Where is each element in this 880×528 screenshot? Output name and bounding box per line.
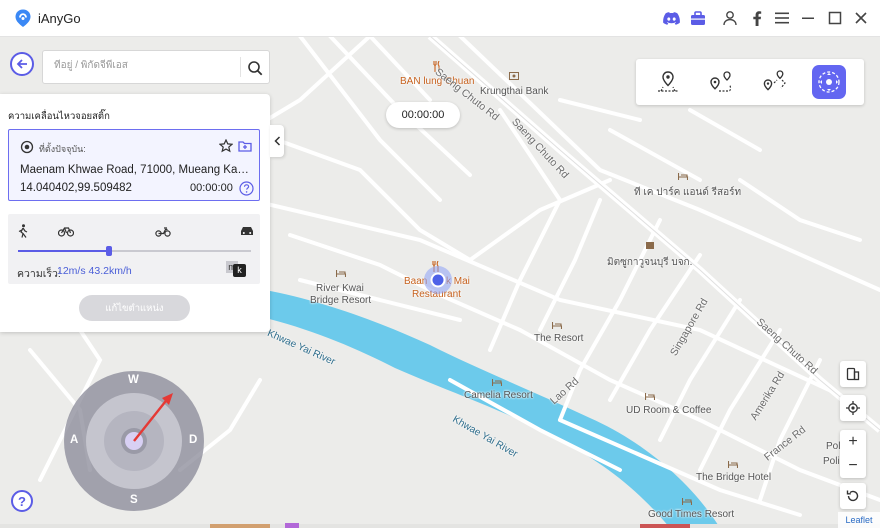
speed-settings: ความเร็ว: 12m/s 43.2km/h m k (8, 214, 260, 284)
facebook-icon[interactable] (748, 9, 766, 27)
place-label: River Kwai (316, 283, 364, 294)
menu-icon[interactable] (773, 9, 791, 27)
hotel-icon (552, 322, 562, 329)
search-divider (240, 57, 241, 77)
discord-icon[interactable] (662, 9, 680, 27)
bank-icon (509, 72, 519, 80)
place-label: Poli (823, 456, 840, 467)
place-label: ที เค ปาร์ค แอนด์ รีสอร์ท (634, 187, 742, 198)
car-icon[interactable] (240, 225, 254, 237)
duration-text: 00:00:00 (190, 182, 233, 194)
place-label: Krungthai Bank (480, 86, 549, 97)
joystick-ring (64, 371, 204, 511)
place-label: Bridge Resort (310, 295, 372, 306)
multi-spot-icon (763, 70, 786, 91)
zoom-in-button[interactable]: + (840, 430, 866, 454)
direction-south[interactable]: S (130, 494, 138, 506)
reset-rotation-button[interactable] (840, 483, 866, 509)
company-icon (646, 242, 654, 249)
zoom-control: + − (840, 430, 866, 478)
speed-slider[interactable] (18, 246, 251, 256)
arrow-left-icon (16, 59, 27, 69)
map-attribution[interactable]: Leaflet (838, 512, 880, 528)
hotel-icon (645, 393, 655, 400)
rotate-icon (846, 490, 859, 502)
user-icon[interactable] (721, 9, 739, 27)
collapse-panel-button[interactable] (270, 125, 284, 157)
panel-title: ความเคลื่อนไหวจอยสติ๊ก (8, 111, 110, 122)
target-icon (20, 140, 34, 154)
back-button[interactable] (10, 52, 34, 76)
hotel-icon (728, 461, 738, 468)
search-box (42, 50, 270, 84)
joystick-mode-button[interactable] (812, 65, 846, 99)
mode-toolbar (636, 59, 864, 105)
place-label: Camelia Resort (464, 390, 533, 401)
place-label: Pol (826, 441, 841, 452)
current-location-label: ที่ตั้งปัจจุบัน: (39, 144, 86, 154)
place-label: The Bridge Hotel (696, 472, 772, 483)
search-icon[interactable] (246, 59, 264, 77)
toolbox-icon[interactable] (689, 9, 707, 27)
star-icon[interactable] (219, 139, 233, 153)
app-title: iAnyGo (38, 11, 81, 26)
hotel-icon (336, 270, 346, 277)
save-folder-icon[interactable] (238, 139, 252, 153)
speed-value: 12m/s 43.2km/h (57, 265, 132, 277)
unit-toggle[interactable]: m k (226, 261, 248, 277)
place-label: Good Times Resort (648, 509, 735, 520)
motorbike-icon[interactable] (155, 225, 171, 237)
help-circle-icon[interactable] (239, 181, 254, 196)
place-label: UD Room & Coffee (626, 405, 712, 416)
direction-east[interactable]: D (189, 434, 197, 446)
current-location-marker (424, 266, 452, 294)
walk-icon[interactable] (17, 224, 29, 238)
current-coordinates: 14.040402,99.509482 (20, 182, 132, 194)
layer-switch-button[interactable] (840, 361, 866, 387)
two-spot-mode-button[interactable] (706, 67, 736, 97)
hotel-icon (682, 498, 692, 505)
current-location-box: ที่ตั้งปัจจุบัน: Maenam Khwae Road, 7100… (8, 129, 260, 201)
modify-location-button[interactable]: แก้ไขตำแหน่ง (79, 295, 190, 321)
joystick-icon (818, 71, 840, 93)
place-label: The Resort (534, 333, 584, 344)
speed-label: ความเร็ว: (17, 268, 61, 280)
title-bar: iAnyGo (0, 0, 880, 37)
help-button[interactable]: ? (11, 490, 33, 512)
close-button[interactable] (852, 9, 870, 27)
joystick-control[interactable]: W A D S (63, 370, 205, 512)
timer-display: 00:00:00 (386, 102, 460, 128)
hotel-icon (678, 173, 688, 180)
teleport-pin-icon (658, 71, 678, 92)
phone-map-icon (846, 367, 860, 381)
chevron-left-icon (273, 136, 280, 146)
joystick-panel: ความเคลื่อนไหวจอยสติ๊ก ที่ตั้งปัจจุบัน: … (0, 94, 270, 332)
app-logo-icon (15, 9, 31, 27)
direction-north[interactable]: W (128, 374, 139, 386)
place-label: มิตซูกาวูจนบุรี บจก. (607, 257, 693, 268)
maximize-button[interactable] (826, 9, 844, 27)
locate-me-button[interactable] (840, 395, 866, 421)
app-window: iAnyGo BAN lung Chuan Krungthai Bank ที … (0, 0, 880, 528)
zoom-out-button[interactable]: − (840, 454, 866, 478)
multi-spot-mode-button[interactable] (759, 67, 789, 97)
direction-west[interactable]: A (70, 434, 78, 446)
crosshair-icon (846, 401, 860, 415)
current-address: Maenam Khwae Road, 71000, Mueang Kanchan… (20, 164, 252, 176)
minimize-button[interactable] (799, 9, 817, 27)
teleport-mode-button[interactable] (653, 67, 683, 97)
search-input[interactable] (52, 59, 236, 72)
speed-slider-fill (18, 250, 109, 252)
hotel-icon (492, 379, 502, 386)
unit-option-k[interactable]: k (233, 264, 246, 277)
bicycle-icon[interactable] (58, 225, 74, 237)
two-spot-icon (710, 71, 732, 92)
speed-slider-handle[interactable] (106, 246, 112, 256)
